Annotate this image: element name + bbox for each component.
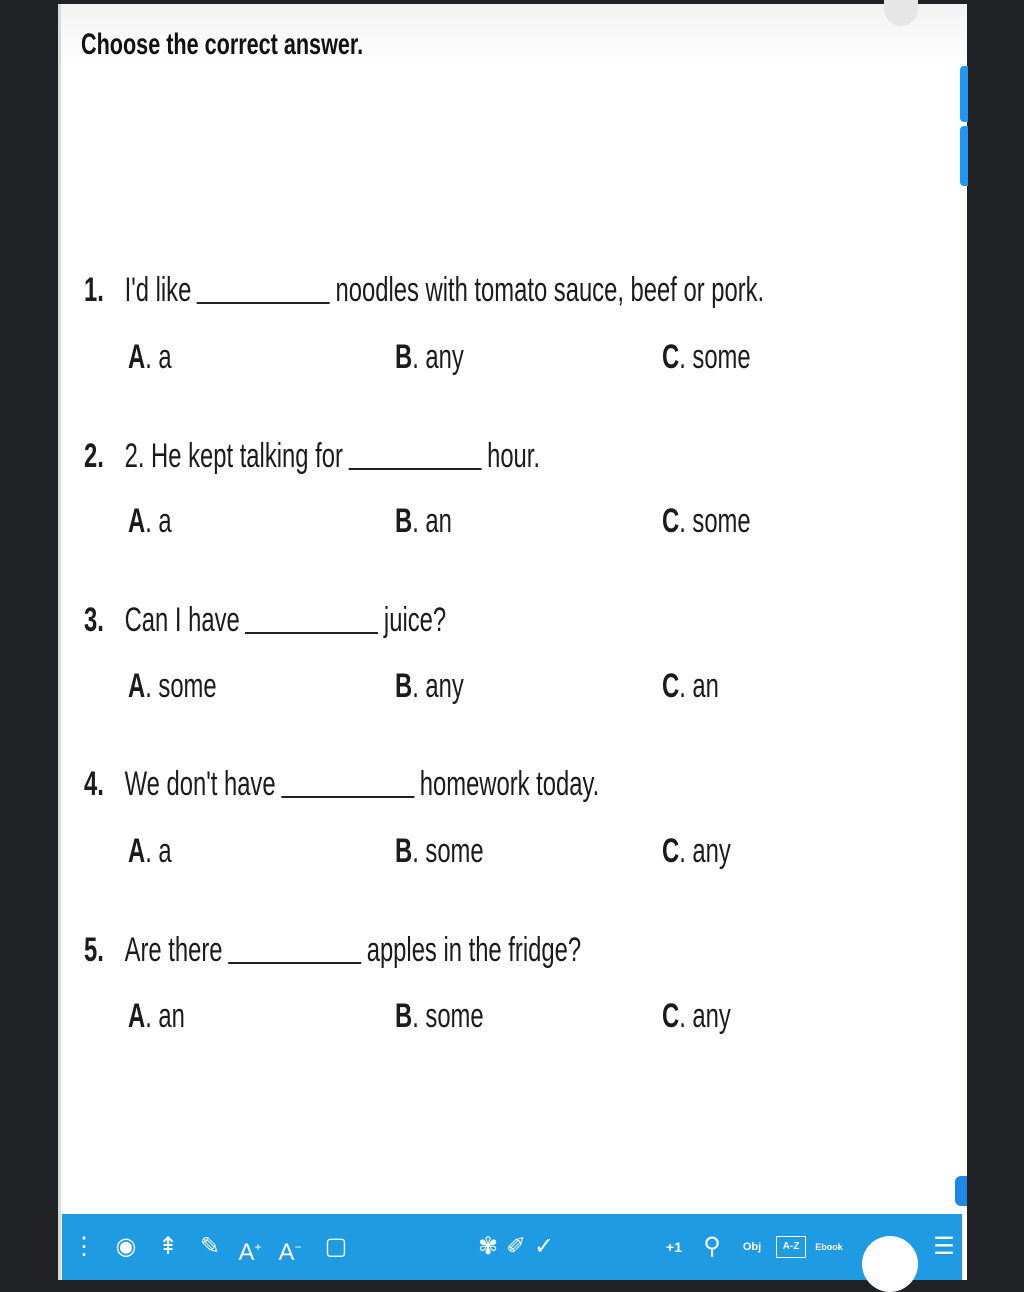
side-toggle-handle[interactable] (955, 1176, 967, 1206)
bottom-toolbar: ⋮ ◉ ⇞ ✎ A+ A− ▢ ✾ ✐ ✓ +1 ⚲ Obj A-Z Ebook… (62, 1214, 962, 1280)
answer-blank[interactable] (245, 631, 379, 634)
option-a[interactable]: A. a (128, 502, 172, 541)
option-b[interactable]: B. some (395, 832, 484, 871)
answer-blank[interactable] (228, 961, 362, 964)
option-b[interactable]: B. any (395, 667, 464, 706)
question-text-after: apples in the fridge? (366, 931, 582, 969)
reveal-icon[interactable]: ✾ (474, 1232, 502, 1262)
question-2: 2. 2. He kept talking for hour. (84, 432, 540, 476)
option-c[interactable]: C. some (662, 338, 751, 377)
question-1: 1. I'd like noodles with tomato sauce, b… (84, 266, 764, 310)
question-text-before: Are there (124, 931, 223, 969)
option-c[interactable]: C. any (662, 832, 731, 871)
option-c[interactable]: C. an (662, 667, 719, 706)
question-text-after: juice? (383, 601, 447, 639)
question-text-before: Can I have (124, 601, 240, 639)
option-a[interactable]: A. a (128, 832, 172, 871)
question-text-before: I'd like (124, 271, 192, 309)
option-a[interactable]: A. some (128, 667, 217, 706)
question-text-before: 2. He kept talking for (124, 437, 343, 475)
frame-icon[interactable]: ▢ (322, 1232, 350, 1262)
answer-blank[interactable] (196, 301, 330, 304)
check-icon[interactable]: ✓ (530, 1232, 558, 1262)
menu-dots-icon[interactable]: ⋮ (70, 1232, 98, 1262)
question-text-after: hour. (487, 437, 541, 475)
question-number: 4. (84, 765, 104, 803)
question-text-after: noodles with tomato sauce, beef or pork. (335, 271, 765, 309)
question-number: 1. (84, 271, 104, 309)
side-tab-lower[interactable] (960, 126, 968, 186)
option-a[interactable]: A. a (128, 338, 172, 377)
page-title: Choose the correct answer. (81, 28, 364, 61)
question-4: 4. We don't have homework today. (84, 760, 599, 804)
highlighter-icon[interactable]: ⇞ (154, 1232, 182, 1262)
select-icon[interactable]: ◉ (112, 1232, 140, 1262)
pin-icon[interactable]: ⚲ (698, 1232, 726, 1262)
az-icon[interactable]: A-Z (776, 1236, 806, 1258)
question-3: 3. Can I have juice? (84, 596, 446, 640)
option-b[interactable]: B. an (395, 502, 452, 541)
option-b[interactable]: B. any (395, 338, 464, 377)
option-c[interactable]: C. some (662, 502, 751, 541)
question-5: 5. Are there apples in the fridge? (84, 926, 581, 970)
obj-icon[interactable]: Obj (738, 1232, 766, 1262)
pen-icon[interactable]: ✎ (196, 1232, 224, 1262)
plus-one-icon[interactable]: +1 (660, 1232, 688, 1262)
list-icon[interactable]: ☰ (930, 1232, 958, 1262)
answer-blank[interactable] (281, 795, 415, 798)
ebook-icon[interactable]: Ebook (814, 1232, 844, 1262)
question-text-after: homework today. (419, 765, 600, 803)
question-text-before: We don't have (124, 765, 276, 803)
option-b[interactable]: B. some (395, 997, 484, 1036)
toolbar-action-button[interactable] (862, 1236, 918, 1292)
question-number: 2. (84, 437, 104, 475)
font-increase-icon[interactable]: A+ (236, 1232, 264, 1268)
pencil-icon[interactable]: ✐ (502, 1232, 530, 1262)
answer-blank[interactable] (348, 467, 482, 470)
option-c[interactable]: C. any (662, 997, 731, 1036)
question-number: 5. (84, 931, 104, 969)
option-a[interactable]: A. an (128, 997, 185, 1036)
side-tab-upper[interactable] (960, 66, 968, 122)
worksheet-page: Choose the correct answer. (58, 4, 967, 1280)
question-number: 3. (84, 601, 104, 639)
font-decrease-icon[interactable]: A− (276, 1232, 304, 1268)
